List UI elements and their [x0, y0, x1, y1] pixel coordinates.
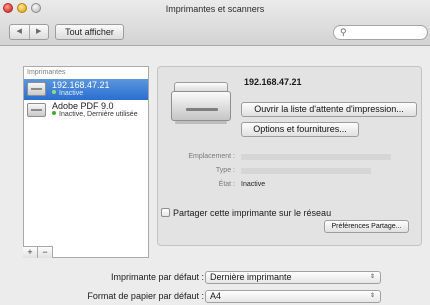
window-title: Imprimantes et scanners — [165, 4, 265, 14]
printer-item-adobe-pdf[interactable]: Adobe PDF 9.0 Inactive, Dernière utilisé… — [24, 100, 148, 121]
printer-icon — [27, 103, 46, 117]
printer-large-icon — [171, 82, 231, 124]
printer-item-status: Inactive — [52, 90, 83, 97]
state-label: État : — [218, 181, 235, 188]
default-paper-label: Format de papier par défaut : — [87, 291, 204, 301]
default-printer-label: Imprimante par défaut : — [110, 272, 204, 282]
default-printer-select[interactable]: Dernière imprimante ⇕ — [205, 271, 381, 284]
select-arrows-icon: ⇕ — [369, 293, 375, 299]
printer-item-name: Adobe PDF 9.0 — [52, 101, 114, 111]
options-supplies-button[interactable]: Options et fournitures... — [241, 122, 359, 137]
location-label: Emplacement : — [188, 153, 235, 160]
printer-list-header: Imprimantes — [27, 69, 66, 76]
printer-item-name: 192.168.47.21 — [52, 80, 110, 90]
default-paper-select[interactable]: A4 ⇕ — [205, 290, 381, 303]
nav-buttons: ◀ ▶ — [9, 24, 49, 40]
add-printer-button[interactable]: + — [23, 247, 38, 258]
back-icon[interactable]: ◀ — [10, 25, 30, 39]
search-icon: ⚲ — [340, 27, 347, 37]
type-label: Type : — [215, 167, 235, 174]
remove-printer-button[interactable]: − — [38, 247, 52, 258]
title-bar: Imprimantes et scanners ◀ ▶ Tout affiche… — [0, 0, 430, 46]
sharing-preferences-button[interactable]: Préférences Partage... — [324, 220, 409, 233]
add-remove-controls: + − — [23, 246, 53, 258]
show-all-button[interactable]: Tout afficher — [55, 24, 124, 40]
state-value: Inactive — [241, 181, 266, 188]
search-input[interactable]: ⚲ — [333, 25, 428, 40]
location-value — [241, 154, 391, 160]
device-name: 192.168.47.21 — [244, 77, 302, 87]
printer-item-status: Inactive, Dernière utilisée — [52, 111, 138, 118]
select-arrows-icon: ⇕ — [369, 274, 375, 280]
status-dot-icon — [52, 111, 56, 115]
share-printer-label: Partager cette imprimante sur le réseau — [173, 208, 332, 218]
printer-list: Imprimantes 192.168.47.21 Inactive Adobe… — [23, 66, 149, 258]
share-printer-checkbox[interactable] — [161, 208, 170, 217]
printer-icon — [27, 82, 46, 96]
type-value — [241, 168, 371, 174]
open-print-queue-button[interactable]: Ouvrir la liste d'attente d'impression..… — [241, 102, 417, 117]
forward-icon[interactable]: ▶ — [30, 25, 49, 39]
printer-item-192-168-47-21[interactable]: 192.168.47.21 Inactive — [24, 79, 148, 100]
share-printer-row[interactable]: Partager cette imprimante sur le réseau — [161, 208, 331, 218]
status-dot-icon — [52, 90, 56, 94]
